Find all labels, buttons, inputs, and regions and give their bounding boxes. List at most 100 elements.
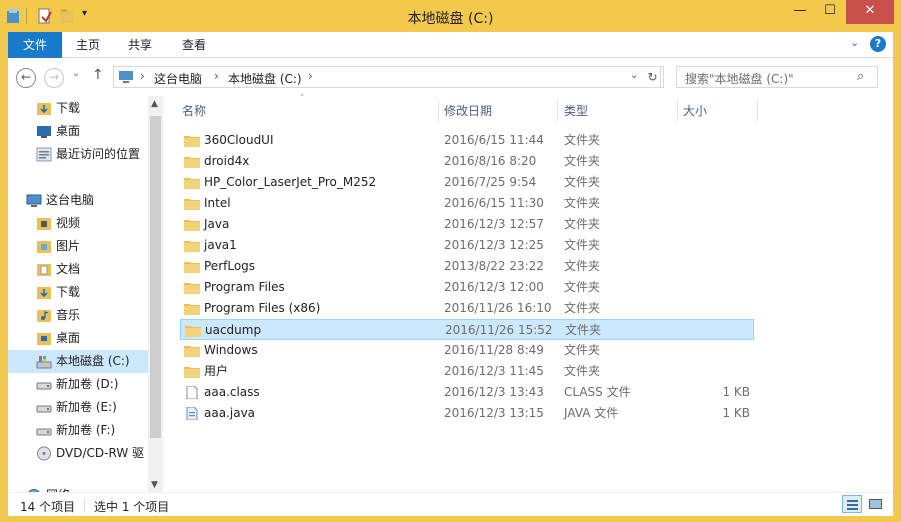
sidebar-item-network[interactable]: 网络 bbox=[8, 484, 148, 492]
sidebar-item-label: 文档 bbox=[56, 262, 81, 276]
sidebar-item-drive-d[interactable]: 新加卷 (D:) bbox=[8, 373, 148, 396]
drive-icon bbox=[36, 428, 52, 436]
expand-ribbon-icon[interactable]: ⌄ bbox=[850, 36, 859, 49]
sidebar-item-desktop[interactable]: 桌面 bbox=[8, 120, 148, 143]
breadcrumb-separator-icon: › bbox=[140, 69, 145, 83]
file-date: 2016/7/25 9:54 bbox=[444, 175, 537, 189]
search-icon[interactable]: ⌕ bbox=[857, 69, 864, 84]
file-row[interactable]: Java 2016/12/3 12:57 文件夹 bbox=[180, 214, 754, 235]
file-row[interactable]: Program Files (x86) 2016/11/26 16:10 文件夹 bbox=[180, 298, 754, 319]
column-divider[interactable] bbox=[757, 100, 758, 122]
file-name: uacdump bbox=[205, 323, 262, 337]
column-header-date[interactable]: 修改日期 bbox=[444, 100, 554, 122]
main-area: 下载 桌面 最近访问的位置 这台电脑 视频 图片 文档 下载 音乐 桌面 本地磁… bbox=[8, 94, 893, 492]
minimize-button[interactable]: — bbox=[786, 0, 814, 24]
file-row[interactable]: aaa.class 2016/12/3 13:43 CLASS 文件 1 KB bbox=[180, 382, 754, 403]
column-divider[interactable] bbox=[677, 100, 678, 122]
search-box[interactable]: 搜索"本地磁盘 (C:)" ⌕ bbox=[676, 66, 878, 88]
column-header-size[interactable]: 大小 bbox=[683, 100, 753, 122]
file-date: 2016/11/26 15:52 bbox=[445, 323, 553, 337]
file-row[interactable]: Intel 2016/6/15 11:30 文件夹 bbox=[180, 193, 754, 214]
scroll-down-arrow-icon[interactable]: ▼ bbox=[151, 480, 158, 490]
column-divider[interactable] bbox=[438, 100, 439, 122]
maximize-button[interactable]: ☐ bbox=[816, 0, 844, 24]
recent-places-icon bbox=[36, 147, 52, 162]
address-dropdown-icon[interactable]: ⌄ bbox=[630, 70, 638, 81]
column-divider[interactable] bbox=[557, 100, 558, 122]
folder-icon bbox=[184, 367, 200, 378]
sidebar-item-drive-f[interactable]: 新加卷 (F:) bbox=[8, 419, 148, 442]
close-button[interactable]: ✕ bbox=[846, 0, 894, 24]
sidebar-item-label: 网络 bbox=[46, 484, 70, 492]
large-icons-view-icon[interactable] bbox=[866, 495, 886, 513]
breadcrumb-separator-icon[interactable]: › bbox=[214, 69, 219, 83]
sidebar-item-music[interactable]: 音乐 bbox=[8, 304, 148, 327]
file-type: 文件夹 bbox=[564, 154, 601, 168]
file-type: 文件夹 bbox=[564, 238, 601, 252]
scroll-up-arrow-icon[interactable]: ▲ bbox=[151, 99, 158, 109]
sidebar-item-this-pc[interactable]: 这台电脑 bbox=[8, 189, 148, 212]
sidebar-item-drive-e[interactable]: 新加卷 (E:) bbox=[8, 396, 148, 419]
forward-button[interactable]: → bbox=[44, 68, 64, 88]
desktop-folder-icon bbox=[37, 333, 51, 345]
sidebar-item-local-disk-c[interactable]: 本地磁盘 (C:) bbox=[8, 350, 148, 373]
file-row[interactable]: PerfLogs 2013/8/22 23:22 文件夹 bbox=[180, 256, 754, 277]
file-row-selected[interactable]: uacdump 2016/11/26 15:52 文件夹 bbox=[180, 319, 754, 340]
file-row[interactable]: 360CloudUI 2016/6/15 11:44 文件夹 bbox=[180, 130, 754, 151]
folder-icon bbox=[184, 241, 200, 252]
file-row[interactable]: aaa.java 2016/12/3 13:15 JAVA 文件 1 KB bbox=[180, 403, 754, 424]
title-bar[interactable]: ▾ 本地磁盘 (C:) — ☐ ✕ bbox=[0, 0, 901, 32]
up-button[interactable]: ↑ bbox=[92, 67, 104, 83]
status-divider bbox=[84, 498, 85, 512]
column-header-type[interactable]: 类型 bbox=[564, 100, 674, 122]
refresh-icon[interactable]: ↻ bbox=[642, 66, 664, 88]
sidebar-item-recent[interactable]: 最近访问的位置 bbox=[8, 143, 148, 166]
sidebar-scrollbar[interactable]: ▲ ▼ bbox=[148, 96, 163, 492]
file-name: aaa.java bbox=[204, 406, 256, 420]
details-view-icon[interactable] bbox=[842, 495, 862, 513]
recent-locations-dropdown-icon[interactable]: ⌄ bbox=[72, 68, 80, 79]
breadcrumb-this-pc[interactable]: 这台电脑 bbox=[154, 70, 202, 87]
download-folder-icon bbox=[37, 103, 51, 115]
tab-home[interactable]: 主页 bbox=[68, 32, 108, 58]
file-row[interactable]: java1 2016/12/3 12:25 文件夹 bbox=[180, 235, 754, 256]
file-date: 2016/12/3 13:43 bbox=[444, 385, 544, 399]
file-row[interactable]: Program Files 2016/12/3 12:00 文件夹 bbox=[180, 277, 754, 298]
sidebar-item-downloads[interactable]: 下载 bbox=[8, 97, 148, 120]
tab-share[interactable]: 共享 bbox=[120, 32, 160, 58]
file-row[interactable]: Windows 2016/11/28 8:49 文件夹 bbox=[180, 340, 754, 361]
videos-folder-icon bbox=[37, 218, 51, 230]
address-bar[interactable]: › 这台电脑 › 本地磁盘 (C:) › ⌄ bbox=[113, 66, 661, 88]
file-name: java1 bbox=[204, 238, 237, 252]
tab-view[interactable]: 查看 bbox=[174, 32, 214, 58]
scrollbar-thumb[interactable] bbox=[150, 116, 161, 438]
file-name: Program Files (x86) bbox=[204, 301, 321, 315]
sidebar-item-documents[interactable]: 文档 bbox=[8, 258, 148, 281]
file-name: 360CloudUI bbox=[204, 133, 274, 147]
column-header-name[interactable]: 名称 bbox=[182, 100, 432, 122]
file-date: 2016/11/26 16:10 bbox=[444, 301, 552, 315]
sidebar-item-pictures[interactable]: 图片 bbox=[8, 235, 148, 258]
sidebar-item-desktop-pc[interactable]: 桌面 bbox=[8, 327, 148, 350]
sidebar-item-label: 桌面 bbox=[56, 331, 81, 345]
file-row[interactable]: 用户 2016/12/3 11:45 文件夹 bbox=[180, 361, 754, 382]
ribbon-tabs: 文件 主页 共享 查看 ⌄ ? bbox=[8, 32, 893, 58]
navigation-pane: 下载 桌面 最近访问的位置 这台电脑 视频 图片 文档 下载 音乐 桌面 本地磁… bbox=[8, 96, 163, 492]
sidebar-item-dvd[interactable]: DVD/CD-RW 驱 bbox=[8, 442, 148, 465]
back-button[interactable]: ← bbox=[16, 68, 36, 88]
sidebar-item-downloads-pc[interactable]: 下载 bbox=[8, 281, 148, 304]
breadcrumb-separator-icon[interactable]: › bbox=[308, 69, 313, 83]
sidebar-item-videos[interactable]: 视频 bbox=[8, 212, 148, 235]
help-button[interactable]: ? bbox=[870, 36, 886, 52]
file-type: JAVA 文件 bbox=[564, 406, 619, 420]
file-type: CLASS 文件 bbox=[564, 385, 631, 399]
documents-folder-icon bbox=[37, 264, 51, 276]
sidebar-item-label: 新加卷 (F:) bbox=[56, 423, 116, 437]
search-input[interactable]: 搜索"本地磁盘 (C:)" bbox=[685, 70, 794, 87]
breadcrumb-local-disk[interactable]: 本地磁盘 (C:) bbox=[228, 70, 302, 87]
file-row[interactable]: HP_Color_LaserJet_Pro_M252 2016/7/25 9:5… bbox=[180, 172, 754, 193]
sidebar-item-label: 新加卷 (D:) bbox=[56, 377, 119, 391]
file-row[interactable]: droid4x 2016/8/16 8:20 文件夹 bbox=[180, 151, 754, 172]
sidebar-item-label: 本地磁盘 (C:) bbox=[56, 354, 130, 368]
tab-file[interactable]: 文件 bbox=[8, 32, 62, 58]
